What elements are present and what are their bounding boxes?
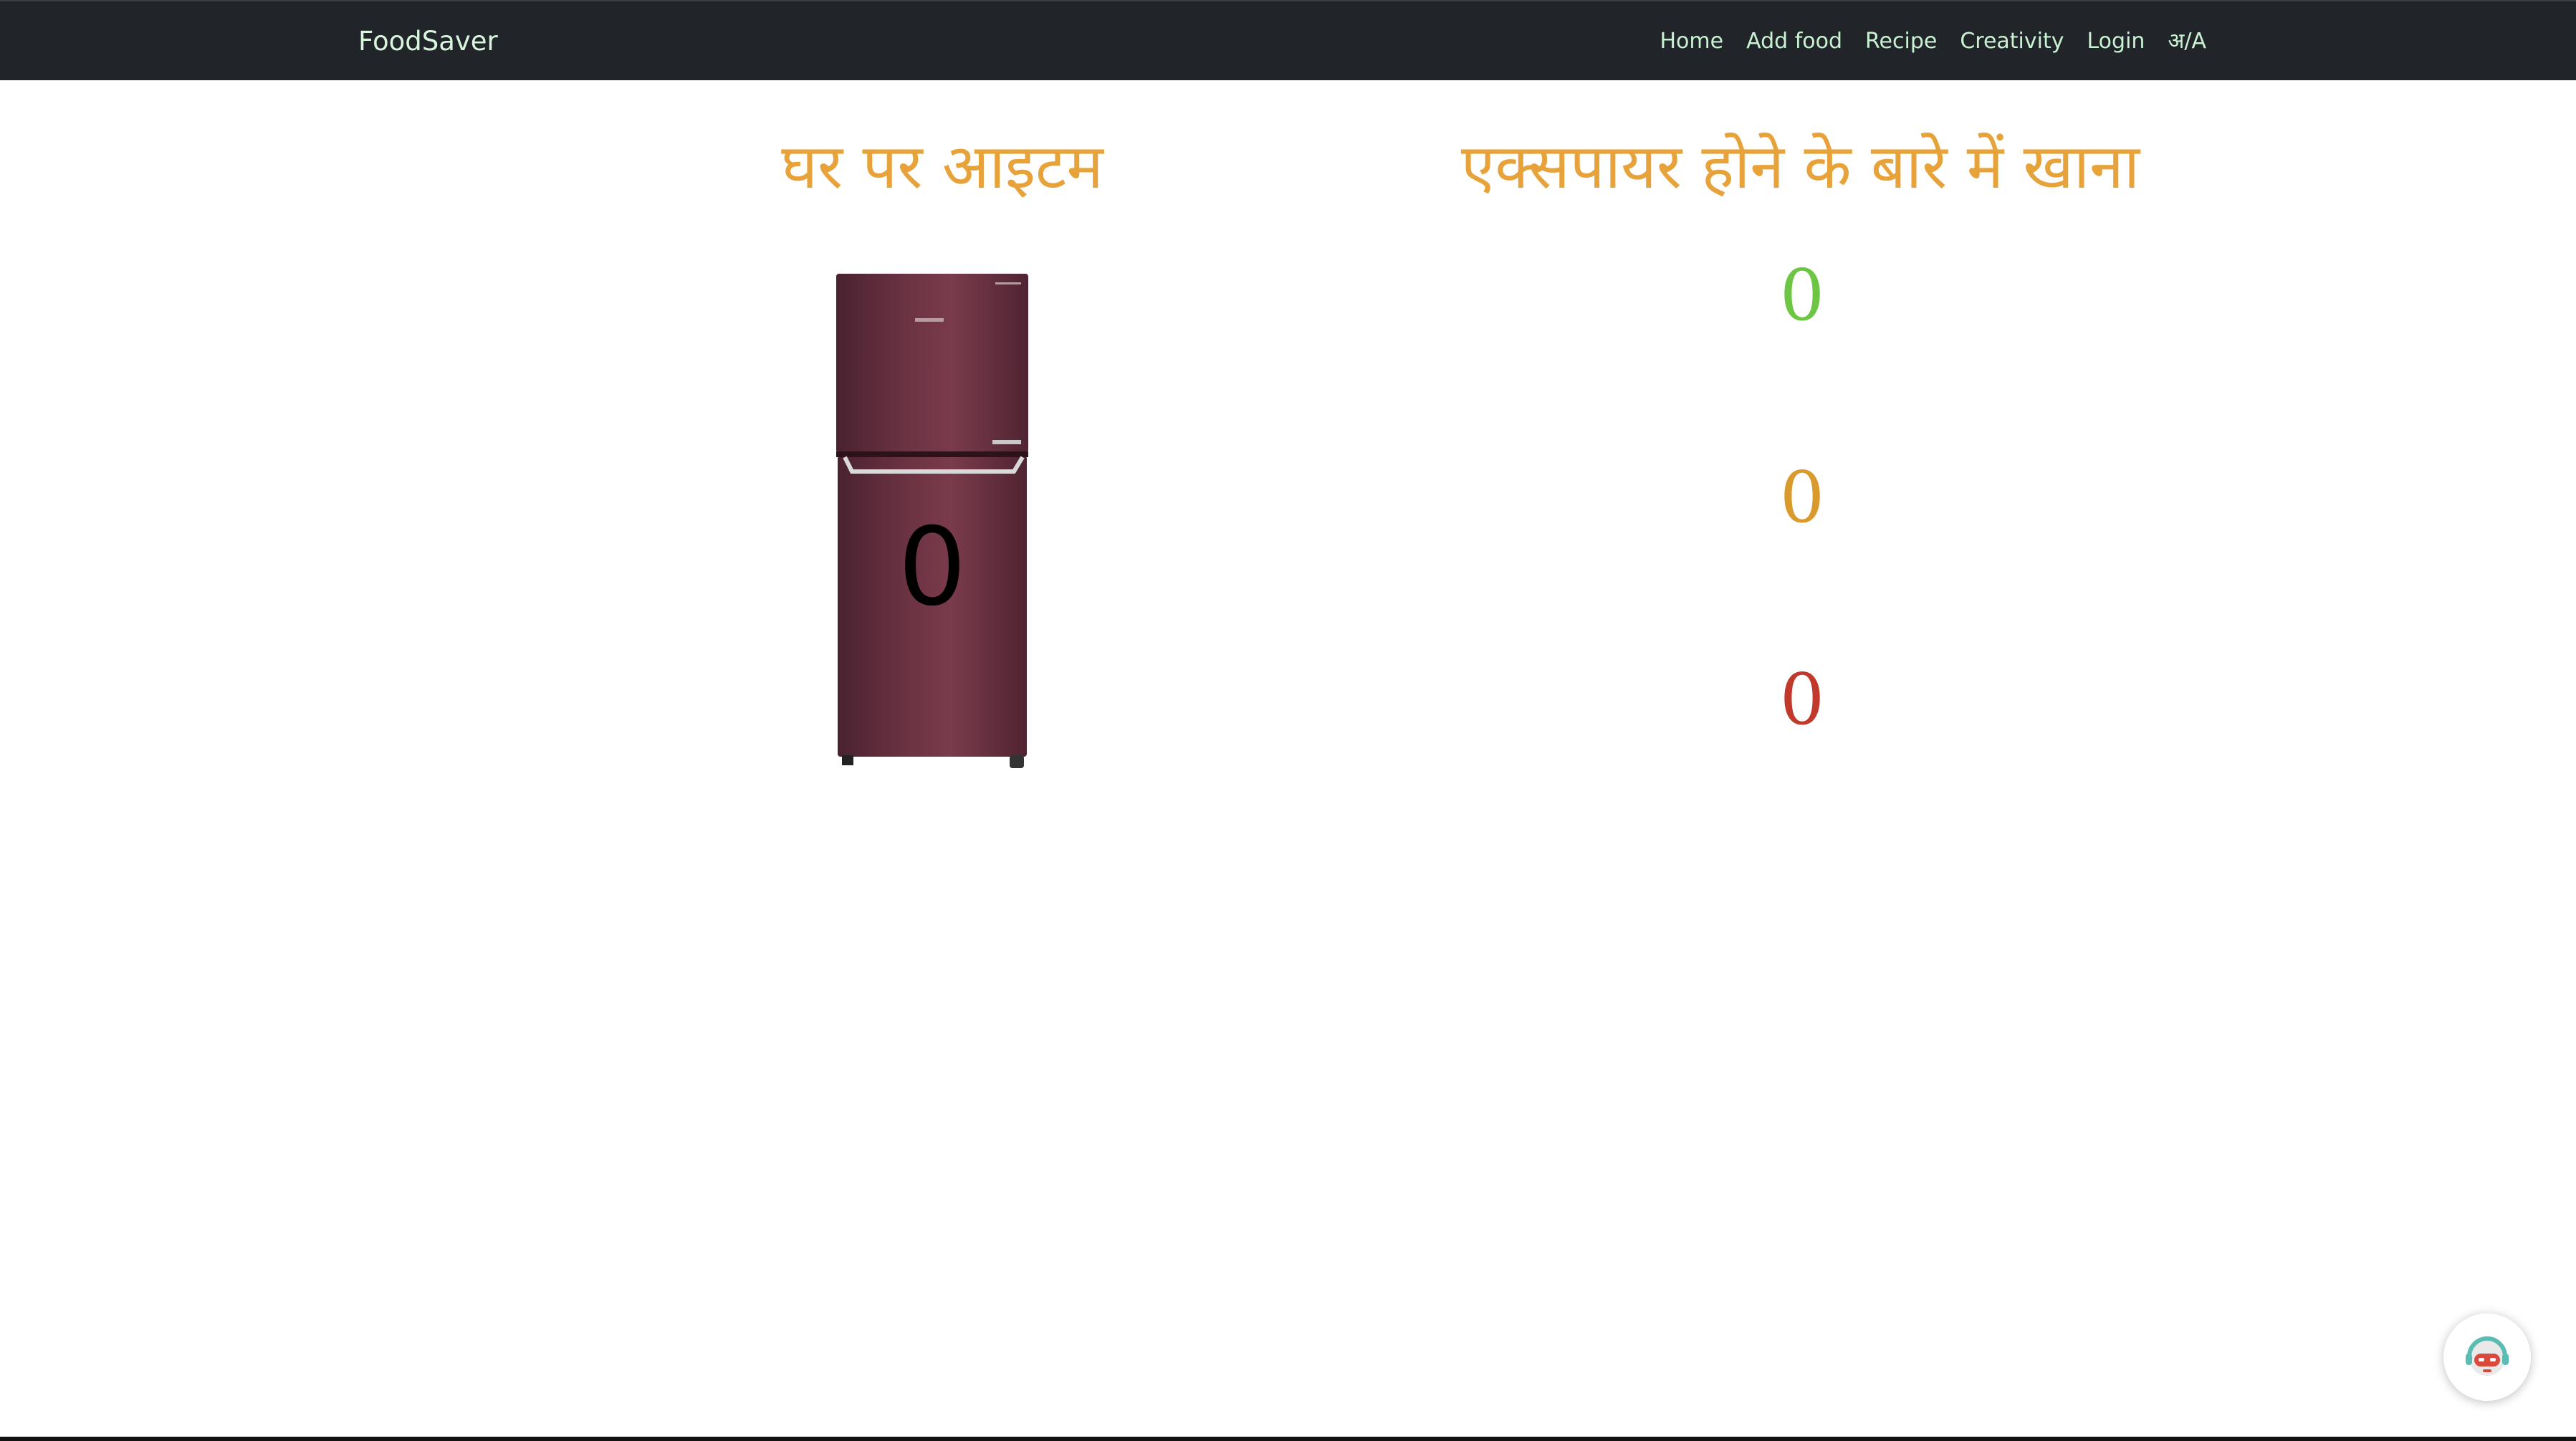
- chatbot-button[interactable]: [2443, 1313, 2531, 1401]
- bottom-edge: [0, 1437, 2576, 1441]
- nav-link-add-food[interactable]: Add food: [1746, 27, 1842, 56]
- expired-food-count: 0: [1779, 659, 1825, 741]
- brand-logo-link[interactable]: FoodSaver: [358, 26, 498, 57]
- expiring-food-heading: एक्सपायर होने के बारे में खाना: [1460, 131, 2140, 203]
- nav-links: Home Add food Recipe Creativity Login अ/…: [1660, 27, 2207, 56]
- fresh-food-count: 0: [1779, 255, 1825, 337]
- nav-link-creativity[interactable]: Creativity: [1960, 27, 2064, 56]
- chatbot-robot-icon: [2466, 1336, 2509, 1376]
- nav-link-login[interactable]: Login: [2087, 27, 2145, 56]
- expiring-soon-count: 0: [1779, 457, 1825, 539]
- home-items-heading: घर पर आइटम: [781, 131, 1103, 203]
- home-items-count: 0: [898, 505, 967, 630]
- nav-link-recipe[interactable]: Recipe: [1865, 27, 1937, 56]
- language-toggle[interactable]: अ/A: [2168, 27, 2206, 56]
- top-navbar: FoodSaver Home Add food Recipe Creativit…: [0, 0, 2576, 80]
- nav-link-home[interactable]: Home: [1660, 27, 1724, 56]
